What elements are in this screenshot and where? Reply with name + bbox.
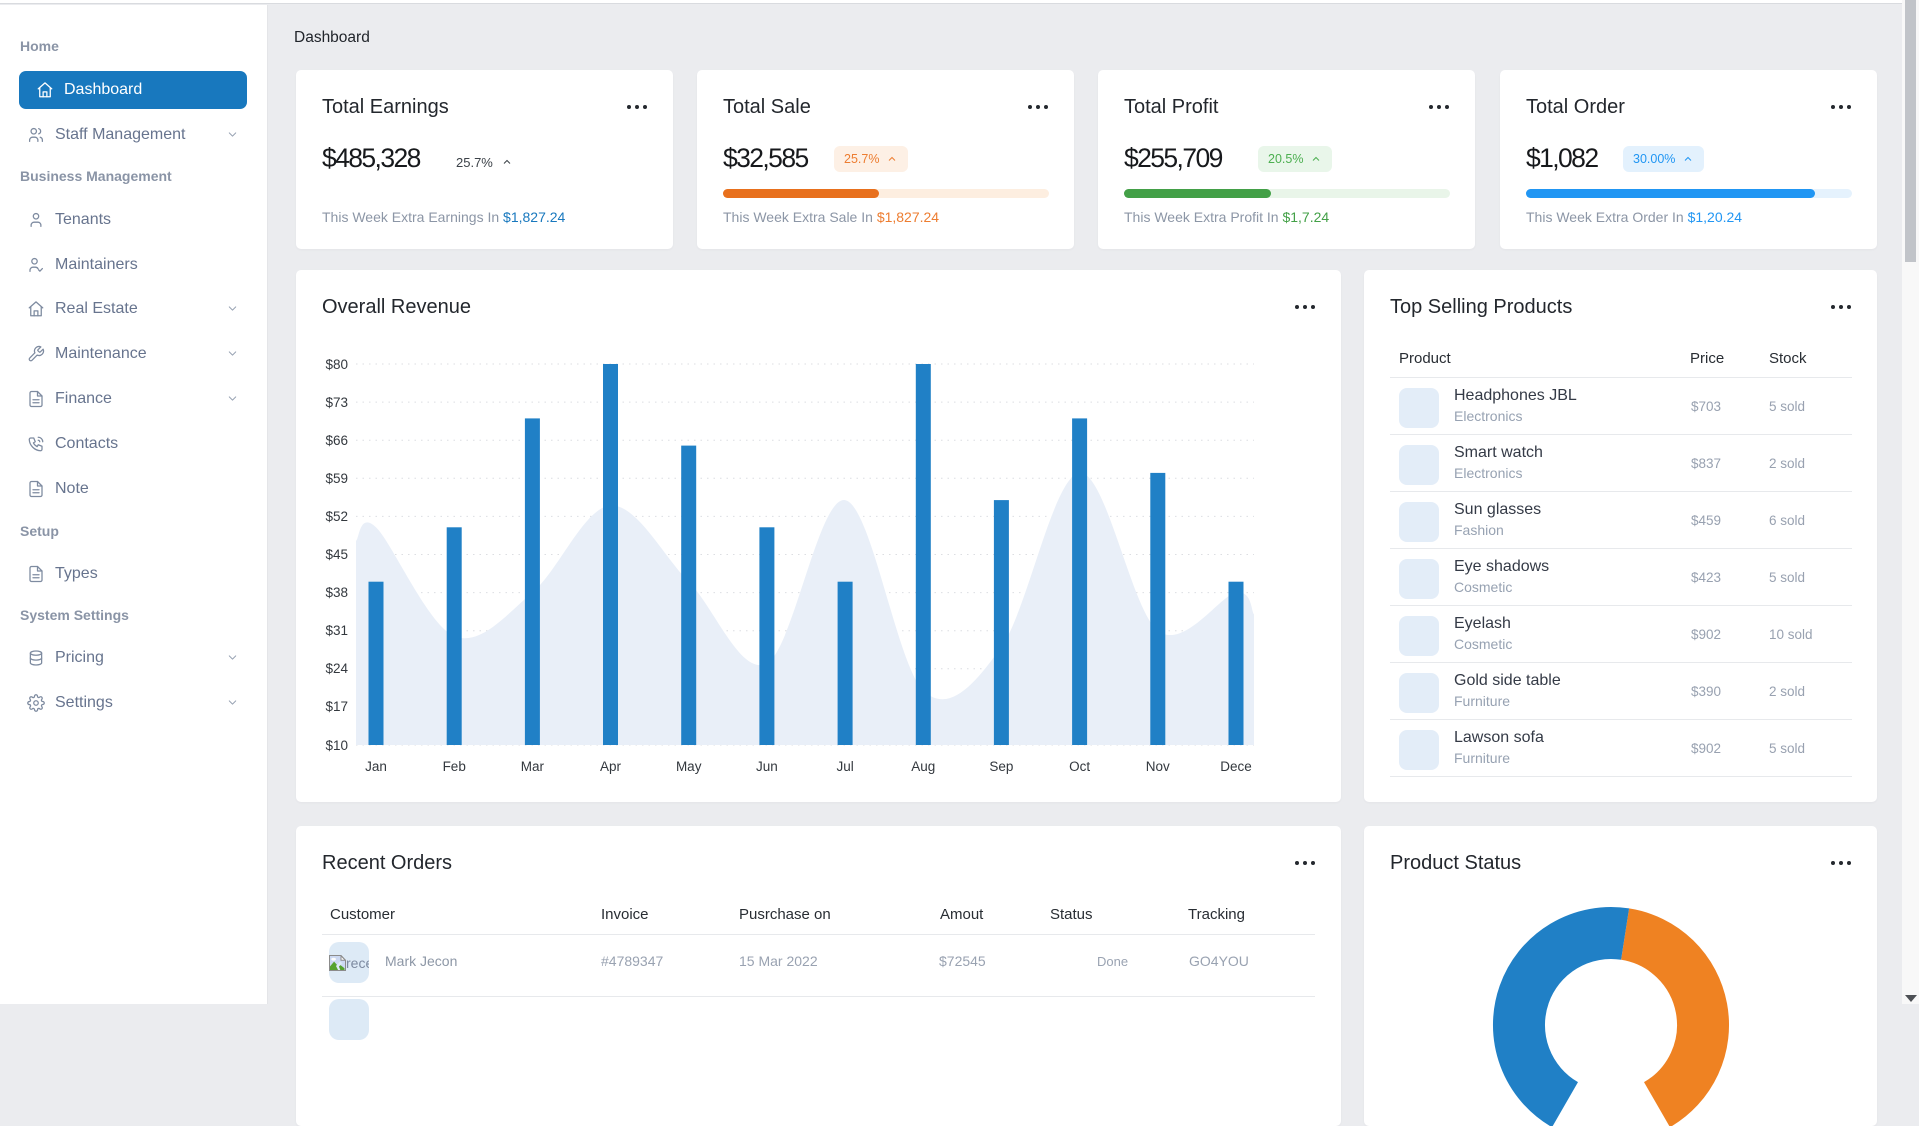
svg-text:$52: $52 [325,509,348,524]
svg-text:$66: $66 [325,433,348,448]
svg-text:$73: $73 [325,395,348,410]
svg-text:$38: $38 [325,585,348,600]
svg-text:Dece: Dece [1220,759,1252,774]
svg-text:$45: $45 [325,547,348,562]
svg-text:Jul: Jul [836,759,853,774]
svg-text:$59: $59 [325,471,348,486]
svg-text:Feb: Feb [443,759,466,774]
svg-text:$31: $31 [325,623,348,638]
svg-text:May: May [676,759,702,774]
svg-text:$24: $24 [325,661,348,676]
svg-text:Jan: Jan [365,759,387,774]
svg-text:Aug: Aug [911,759,935,774]
svg-text:Apr: Apr [600,759,622,774]
svg-text:Sep: Sep [989,759,1013,774]
svg-text:$17: $17 [325,699,348,714]
svg-text:Nov: Nov [1146,759,1170,774]
svg-text:Oct: Oct [1069,759,1090,774]
svg-text:$10: $10 [325,738,348,753]
svg-text:Jun: Jun [756,759,778,774]
svg-text:$80: $80 [325,357,348,372]
svg-text:Mar: Mar [521,759,545,774]
